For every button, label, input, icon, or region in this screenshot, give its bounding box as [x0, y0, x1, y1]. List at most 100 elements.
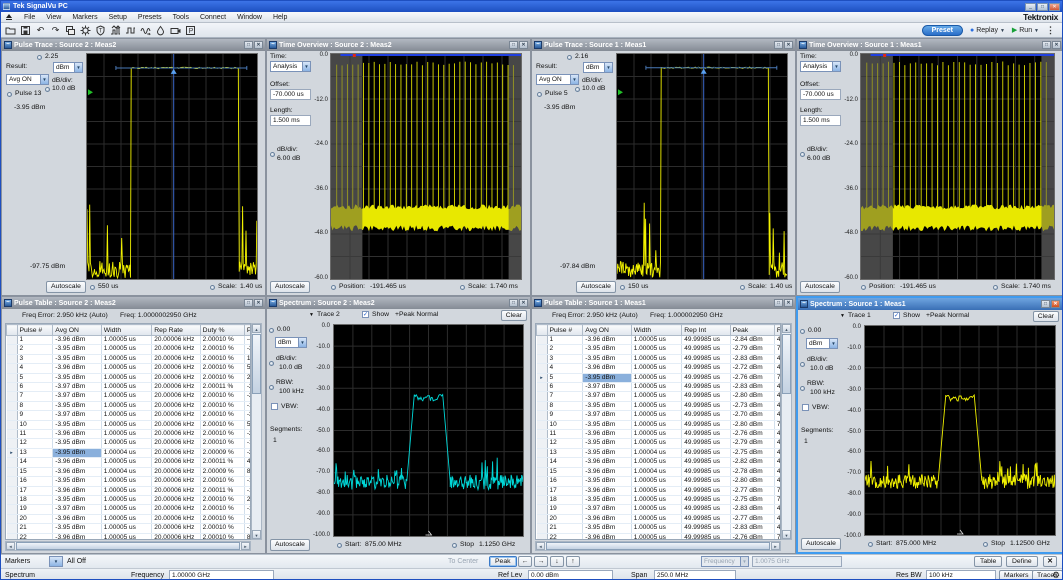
table-cell[interactable]: 1.00004 us [631, 467, 682, 476]
table-cell[interactable]: 2.00010 % [200, 430, 244, 439]
column-header[interactable]: Width [101, 325, 152, 336]
table-row[interactable]: 10-3.95 dBm1.00005 us20.00006 kHz2.00010… [7, 420, 252, 429]
unit-select[interactable]: dBm▼ [53, 62, 83, 73]
table-cell[interactable]: -- Hz [244, 336, 251, 345]
ref-level-value[interactable]: 0.00 [808, 327, 821, 334]
table-cell[interactable]: 18 [17, 495, 53, 504]
table-cell[interactable]: 818.29215 [244, 467, 251, 476]
start-value[interactable]: 875.000 MHz [896, 540, 936, 547]
table-row[interactable]: 18-3.95 dBm1.00005 us49.99985 us-2.75 dB… [537, 495, 782, 504]
scroll-down-icon[interactable]: ▼ [252, 530, 261, 539]
table-cell[interactable]: -3.95 dBm [53, 524, 101, 533]
position-knob[interactable] [620, 285, 625, 290]
table-cell[interactable]: 1.00005 us [631, 364, 682, 373]
table-cell[interactable]: -2.72 dBm [730, 364, 774, 373]
table-cell[interactable]: -3.96 dBm [583, 458, 631, 467]
table-cell[interactable]: 2.00010 % [200, 354, 244, 363]
table-cell[interactable]: 1.00005 us [631, 486, 682, 495]
table-cell[interactable]: 20.00006 kHz [152, 439, 200, 448]
scroll-thumb[interactable] [546, 542, 770, 550]
row-selector[interactable] [537, 383, 548, 392]
table-cell[interactable]: -3.96 dBm [53, 533, 101, 540]
dbdiv-value[interactable]: 6.00 dB [277, 155, 300, 162]
table-cell[interactable]: 1.00005 us [101, 430, 152, 439]
table-cell[interactable]: 482.42188 [774, 383, 781, 392]
table-row[interactable]: 17-3.96 dBm1.00005 us20.00006 kHz2.00011… [7, 486, 252, 495]
table-cell[interactable]: 49.99985 us [682, 458, 730, 467]
dbdiv-knob[interactable] [800, 152, 805, 157]
table-cell[interactable]: -3.95 dBm [583, 345, 631, 354]
table-cell[interactable]: -3.96 dBm [53, 514, 101, 523]
table-cell[interactable]: 476.01562 [774, 430, 781, 439]
table-cell[interactable]: -3.95 dBm [583, 439, 631, 448]
marker-right-icon[interactable]: → [534, 556, 548, 567]
table-cell[interactable]: -3.96 dBm [53, 336, 101, 345]
result-select[interactable]: Avg ON▼ [6, 74, 49, 85]
table-cell[interactable]: -3.96 dBm [583, 364, 631, 373]
table-row[interactable]: 15-3.96 dBm1.00004 us49.99985 us-2.78 dB… [537, 467, 782, 476]
table-cell[interactable]: 7 [17, 392, 53, 401]
table-row[interactable]: 7-3.97 dBm1.00005 us49.99985 us-2.80 dBm… [537, 392, 782, 401]
horizontal-scrollbar[interactable]: ◄ ► [535, 541, 781, 551]
table-cell[interactable]: 2 [547, 345, 583, 354]
table-cell[interactable]: 6 [17, 383, 53, 392]
menu-item-file[interactable]: File [24, 14, 35, 21]
pulse-number-label[interactable]: Pulse 13 [15, 90, 41, 97]
show-checkbox[interactable]: ✓ [362, 311, 369, 318]
column-header[interactable]: Avg ON [583, 325, 631, 336]
scroll-up-icon[interactable]: ▲ [782, 324, 791, 333]
row-selector[interactable] [7, 458, 18, 467]
table-row[interactable]: 17-3.96 dBm1.00005 us49.99985 us-2.77 dB… [537, 486, 782, 495]
table-cell[interactable]: 49.99985 us [682, 533, 730, 540]
table-cell[interactable]: 10 [17, 420, 53, 429]
table-cell[interactable]: 497.89062 [774, 524, 781, 533]
table-cell[interactable]: -3.97 dBm [583, 505, 631, 514]
row-selector[interactable] [537, 505, 548, 514]
row-selector[interactable] [7, 401, 18, 410]
table-cell[interactable]: 11 [17, 430, 53, 439]
panel-header[interactable]: ~ Pulse Trace : Source 1 : Meas1 □✕ [532, 39, 795, 51]
table-row[interactable]: 19-3.97 dBm1.00005 us49.99985 us-2.83 dB… [537, 505, 782, 514]
marker-frequency-select[interactable]: Frequency▼ [701, 556, 749, 567]
table-cell[interactable]: 1.00005 us [101, 354, 152, 363]
table-cell[interactable]: 477.89062 [774, 514, 781, 523]
table-cell[interactable]: 49.99985 us [682, 345, 730, 354]
dbdiv-value[interactable]: 6.00 dB [807, 155, 830, 162]
menu-item-connect[interactable]: Connect [200, 14, 226, 21]
table-cell[interactable]: 1.00005 us [631, 514, 682, 523]
table-cell[interactable]: 49.99985 us [682, 411, 730, 420]
table-row[interactable]: 16-3.95 dBm1.00005 us49.99985 us-2.80 dB… [537, 477, 782, 486]
column-header[interactable]: Rep Rate [152, 325, 200, 336]
table-cell[interactable]: 7 [547, 392, 583, 401]
table-cell[interactable]: 1.00005 us [631, 373, 682, 382]
table-cell[interactable]: 49.99985 us [682, 524, 730, 533]
dbdiv-value[interactable]: 10.0 dB [810, 365, 833, 372]
menu-item-window[interactable]: Window [237, 14, 262, 21]
table-row[interactable]: 10-3.95 dBm1.00005 us49.99985 us-2.80 dB… [537, 420, 782, 429]
table-cell[interactable]: 1.00005 us [101, 495, 152, 504]
table-cell[interactable]: 2.00010 % [200, 533, 244, 540]
table-button[interactable]: Table [974, 556, 1002, 567]
markers-dropdown[interactable]: ▼ [49, 556, 63, 567]
panel-close-button[interactable]: ✕ [254, 299, 263, 307]
top-scale-knob[interactable] [37, 55, 42, 60]
table-cell[interactable]: 1.00005 us [101, 477, 152, 486]
row-selector[interactable] [537, 430, 548, 439]
table-row[interactable]: 16-3.95 dBm1.00005 us20.00006 kHz2.00010… [7, 477, 252, 486]
table-cell[interactable]: 49.99985 us [682, 430, 730, 439]
stop-value[interactable]: 1.12500 GHz [1010, 540, 1050, 547]
table-cell[interactable]: -3.95 dBm [53, 401, 101, 410]
table-cell[interactable]: -2.80 dBm [730, 477, 774, 486]
table-cell[interactable]: 1.00005 us [101, 373, 152, 382]
table-row[interactable]: 4-3.96 dBm1.00005 us20.00006 kHz2.00010 … [7, 364, 252, 373]
table-cell[interactable]: 49.99985 us [682, 336, 730, 345]
table-cell[interactable]: -2.82 dBm [730, 458, 774, 467]
scroll-thumb[interactable] [252, 334, 261, 394]
table-cell[interactable]: 2 [17, 345, 53, 354]
time-overview-plot[interactable] [330, 53, 522, 280]
table-cell[interactable]: 20.00006 kHz [152, 533, 200, 540]
row-selector[interactable] [7, 514, 18, 523]
position-value[interactable]: 150 us [628, 283, 648, 290]
table-row[interactable]: ▸13-3.95 dBm1.00004 us20.00006 kHz2.0000… [7, 448, 252, 457]
to-center-button[interactable]: To Center [448, 558, 478, 565]
